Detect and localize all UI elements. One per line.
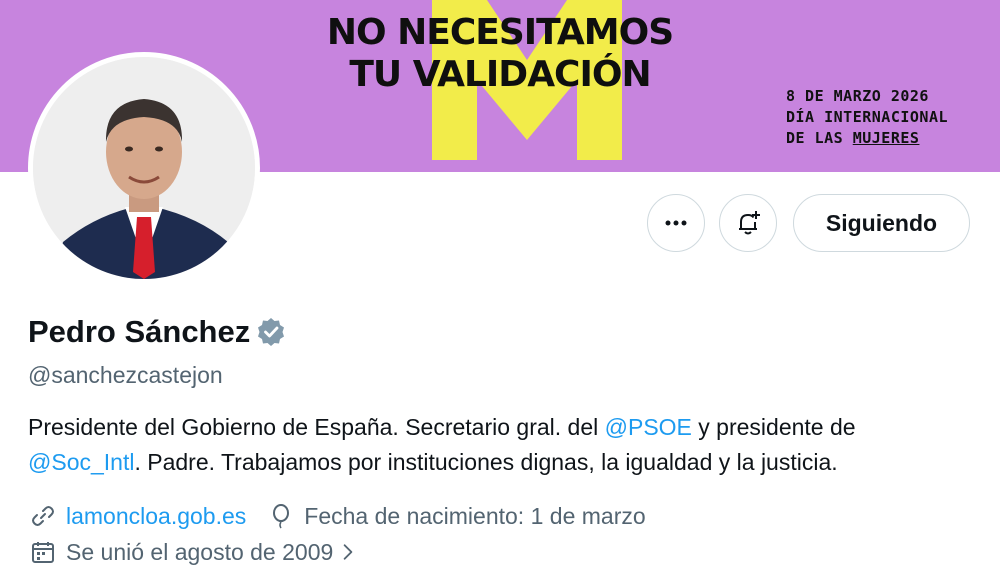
profile-bio: Presidente del Gobierno de España. Secre…: [28, 410, 978, 480]
joined-item[interactable]: Se unió el agosto de 2009: [30, 536, 359, 568]
bio-line-1: Presidente del Gobierno de España. Secre…: [28, 410, 978, 445]
verified-badge-icon[interactable]: [256, 317, 286, 347]
website-link[interactable]: lamoncloa.gob.es: [66, 500, 246, 532]
banner-date-line3b: MUJERES: [852, 129, 920, 147]
banner-date-line3: DE LAS MUJERES: [786, 128, 986, 149]
banner-date-text: 8 DE MARZO 2026 DÍA INTERNACIONAL DE LAS…: [786, 86, 986, 149]
bio-text-1b: y presidente de: [691, 414, 856, 440]
banner-date-line2: DÍA INTERNACIONAL: [786, 108, 949, 126]
banner-date-line1: 8 DE MARZO 2026: [786, 87, 929, 105]
profile-avatar[interactable]: [28, 52, 260, 284]
banner-date-line3a: DE LAS: [786, 129, 853, 147]
balloon-icon: [273, 504, 290, 529]
mention-psoe-link[interactable]: @PSOE: [605, 414, 692, 440]
more-dots-icon: [665, 220, 687, 226]
profile-handle: @sanchezcastejon: [28, 362, 223, 388]
avatar-photo: [33, 57, 255, 279]
bio-text-2b: . Padre. Trabajamos por instituciones di…: [134, 449, 838, 475]
link-icon: [32, 506, 54, 526]
banner-headline-line2: TU VALIDACIÓN: [349, 54, 651, 95]
following-button[interactable]: Siguiendo: [793, 194, 970, 252]
notifications-button[interactable]: [719, 194, 777, 252]
profile-meta-row-2: Se unió el agosto de 2009: [30, 536, 381, 568]
chevron-right-icon: [343, 544, 353, 560]
bio-line-2: @Soc_Intl. Padre. Trabajamos por institu…: [28, 445, 978, 480]
joined-text: Se unió el agosto de 2009: [66, 539, 334, 565]
profile-name: Pedro Sánchez: [28, 314, 251, 349]
website-item: lamoncloa.gob.es: [30, 500, 246, 532]
birthday-text: Fecha de nacimiento: 1 de marzo: [304, 503, 646, 529]
more-options-button[interactable]: [647, 194, 705, 252]
birthday-item: Fecha de nacimiento: 1 de marzo: [268, 500, 646, 532]
banner-headline: NO NECESITAMOS TU VALIDACIÓN: [300, 12, 700, 96]
bell-plus-icon: [739, 211, 760, 235]
banner-headline-line1: NO NECESITAMOS: [326, 12, 674, 53]
calendar-icon: [32, 542, 54, 563]
bio-text-1a: Presidente del Gobierno de España. Secre…: [28, 414, 605, 440]
mention-soc-intl-link[interactable]: @Soc_Intl: [28, 449, 134, 475]
profile-name-row: Pedro Sánchez: [28, 312, 286, 352]
profile-meta-row: lamoncloa.gob.es Fecha de nacimiento: 1 …: [30, 500, 668, 532]
